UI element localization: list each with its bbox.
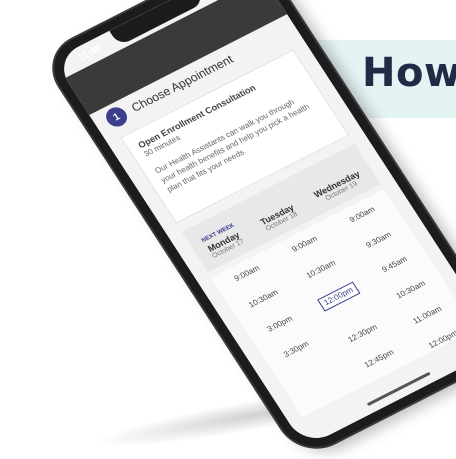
page-heading: How xyxy=(362,50,456,96)
time-slot[interactable]: 9:30am xyxy=(364,230,393,250)
status-time: 11:40 xyxy=(75,42,105,64)
time-slot[interactable]: 10:30am xyxy=(395,279,428,301)
time-slot[interactable]: 12:45pm xyxy=(363,348,396,371)
time-slot[interactable]: 10:30am xyxy=(305,258,338,281)
time-slot[interactable]: 3:30pm xyxy=(282,339,311,360)
step-number-badge: 1 xyxy=(102,103,131,130)
time-slot[interactable]: 9:00am xyxy=(290,234,319,255)
time-slot[interactable]: 12:30pm xyxy=(346,322,379,345)
time-slot[interactable]: 9:00am xyxy=(348,205,377,225)
time-slot[interactable]: 3:00pm xyxy=(265,314,294,335)
day-tuesday[interactable]: Tuesday October 18 xyxy=(254,196,300,233)
time-slot[interactable]: 9:45am xyxy=(380,255,409,275)
time-slot[interactable]: 11:00am xyxy=(411,304,444,326)
day-wednesday[interactable]: Wednesday October 19 xyxy=(308,162,366,206)
time-slot[interactable]: 9:00am xyxy=(233,263,262,284)
time-slot[interactable]: 10:30am xyxy=(247,288,280,311)
time-slot[interactable]: 12:00pm xyxy=(427,329,456,351)
day-monday[interactable]: NEXT WEEK Monday October 17 xyxy=(201,223,246,260)
time-slot-selected[interactable]: 12:00pm xyxy=(317,281,361,312)
